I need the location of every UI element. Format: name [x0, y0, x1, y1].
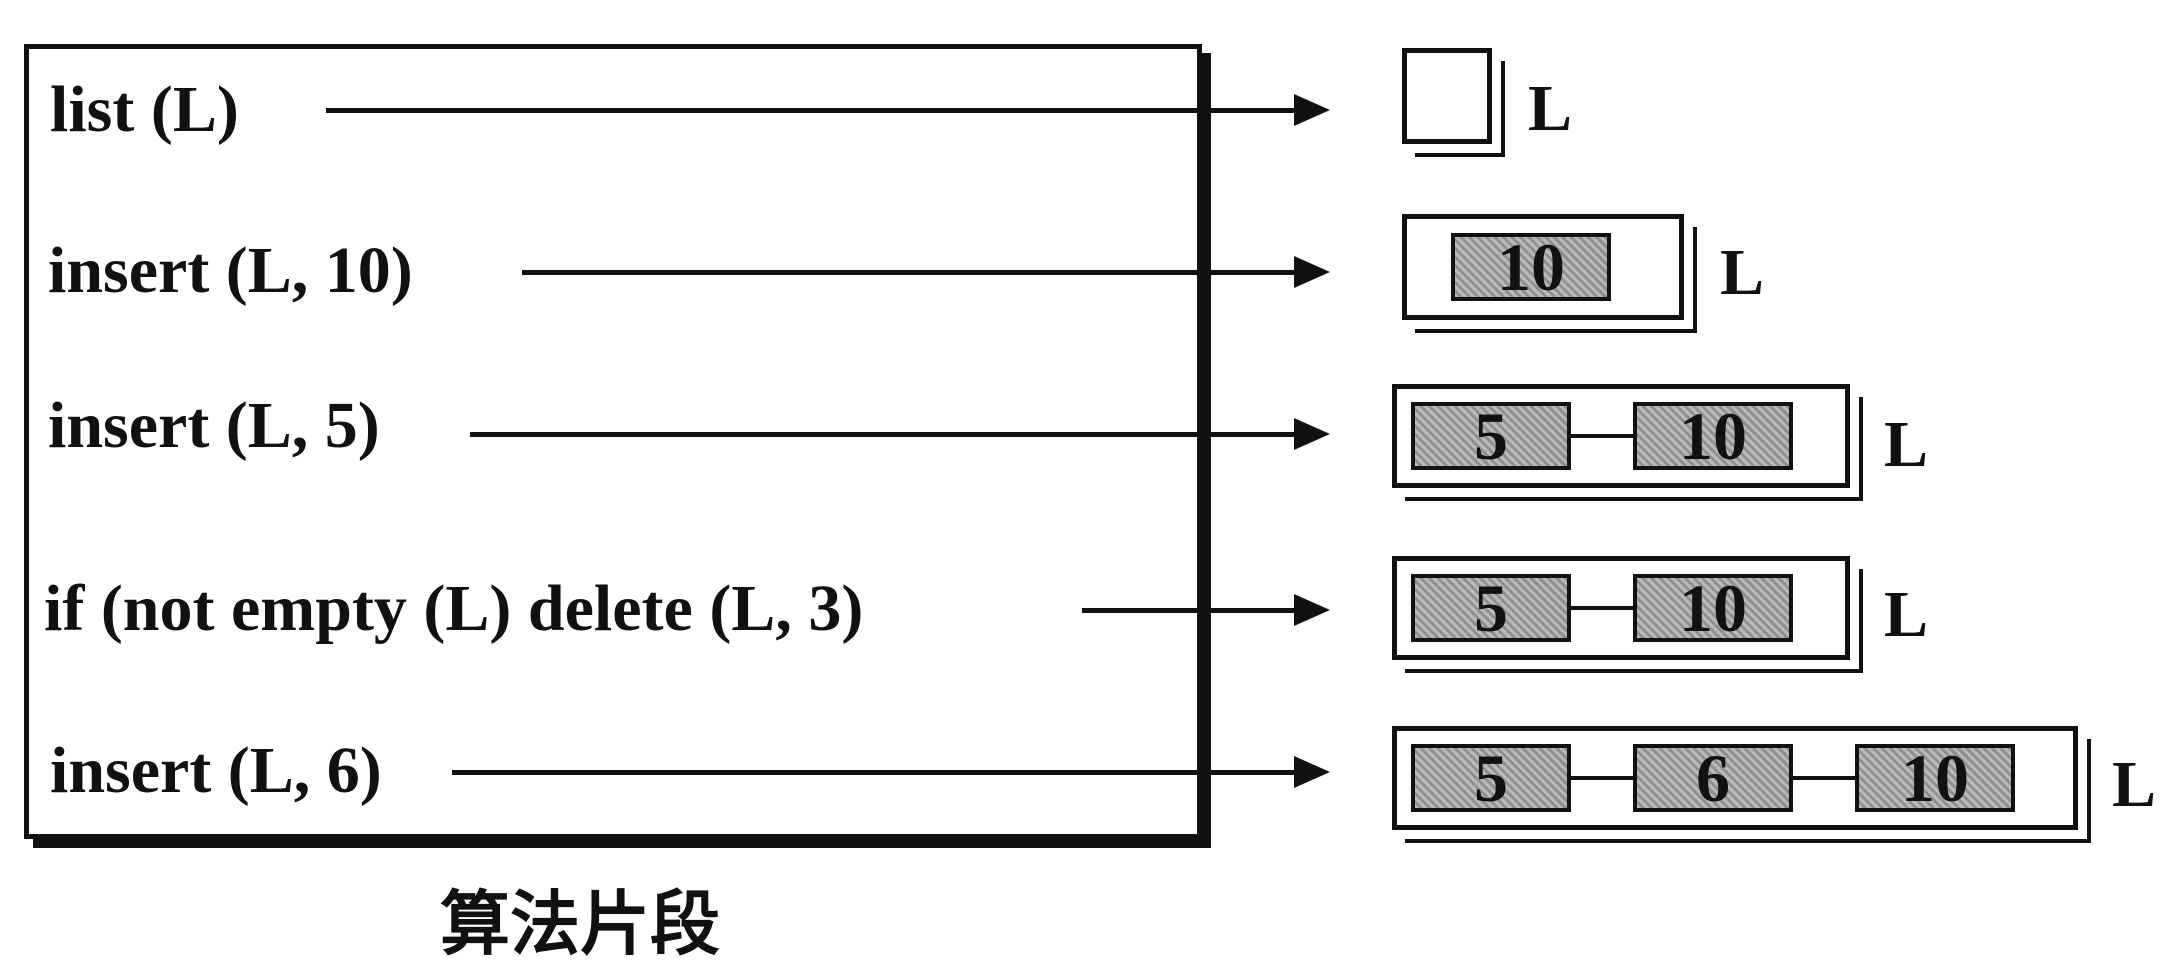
list-node: 10	[1633, 402, 1793, 470]
list-label: L	[1884, 578, 1929, 651]
list-state-5-6-10: 5 6 10	[1392, 726, 2078, 830]
algorithm-fragment-caption: 算法片段	[440, 883, 720, 965]
list-node: 5	[1411, 402, 1571, 470]
list-state-10: 10	[1402, 214, 1684, 320]
list-label: L	[1528, 72, 1573, 145]
list-node: 10	[1451, 233, 1611, 301]
node-link	[1571, 434, 1633, 438]
node-link	[1571, 606, 1633, 610]
arrow-insert-6	[452, 756, 1330, 788]
list-state-empty	[1402, 48, 1492, 144]
node-link	[1571, 776, 1633, 780]
list-state-5-10-after-delete: 5 10	[1392, 556, 1850, 660]
operation-text-delete-if-not-empty: if (not empty (L) delete (L, 3)	[44, 572, 864, 645]
list-node: 10	[1633, 574, 1793, 642]
list-node: 5	[1411, 744, 1571, 812]
arrow-insert-10	[522, 256, 1330, 288]
list-node: 10	[1855, 744, 2015, 812]
list-node: 6	[1633, 744, 1793, 812]
operation-text-insert-6: insert (L, 6)	[50, 734, 382, 807]
arrow-insert-5	[470, 418, 1330, 450]
list-label: L	[1884, 408, 1929, 481]
list-label: L	[1720, 236, 1765, 309]
operation-text-list: list (L)	[50, 73, 239, 146]
list-label: L	[2112, 748, 2157, 821]
diagram: 算法片段 list (L) L insert (L, 10) 10 L inse…	[0, 0, 2160, 969]
list-node: 5	[1411, 574, 1571, 642]
arrow-list	[326, 94, 1330, 126]
arrow-delete	[1082, 594, 1330, 626]
node-link	[1793, 776, 1855, 780]
list-state-5-10: 5 10	[1392, 384, 1850, 488]
operation-text-insert-5: insert (L, 5)	[48, 389, 380, 462]
operation-text-insert-10: insert (L, 10)	[48, 234, 413, 307]
